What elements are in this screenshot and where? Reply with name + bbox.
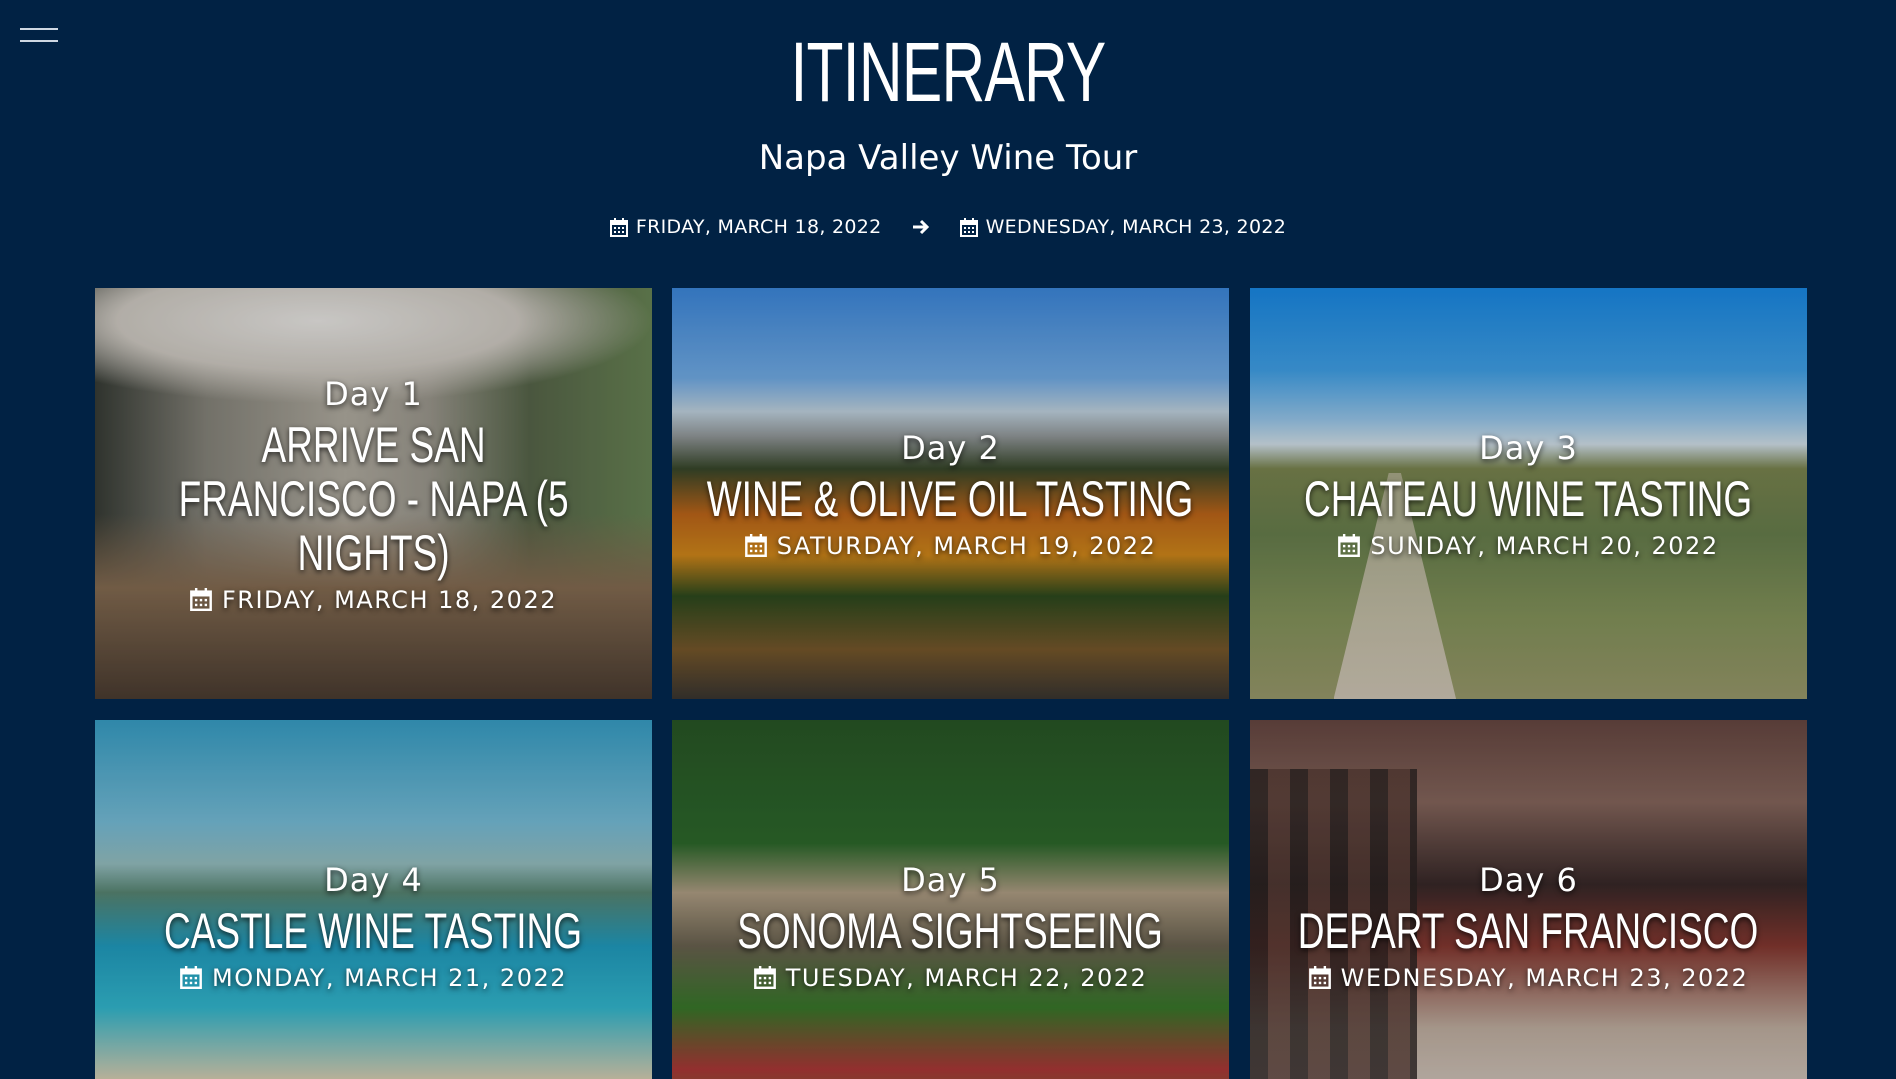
calendar-icon bbox=[180, 966, 202, 989]
calendar-icon bbox=[753, 966, 776, 989]
day-card-5[interactable]: Day 5 SONOMA SIGHTSEEING TUESDAY, MARCH … bbox=[672, 720, 1229, 1079]
day-card-1[interactable]: Day 1 ARRIVE SAN FRANCISCO - NAPA (5 NIG… bbox=[95, 288, 652, 699]
day-date: SUNDAY, MARCH 20, 2022 bbox=[1338, 532, 1718, 560]
day-label: Day 5 bbox=[901, 860, 1000, 899]
hamburger-menu-button[interactable] bbox=[20, 28, 58, 46]
calendar-icon bbox=[959, 217, 978, 237]
day-date: TUESDAY, MARCH 22, 2022 bbox=[753, 964, 1148, 992]
day-label: Day 2 bbox=[901, 428, 1000, 467]
day-date: SATURDAY, MARCH 19, 2022 bbox=[744, 532, 1157, 560]
day-title: CHATEAU WINE TASTING bbox=[1304, 470, 1753, 527]
day-title: CASTLE WINE TASTING bbox=[164, 902, 583, 959]
day-card-2[interactable]: Day 2 WINE & OLIVE OIL TASTING SATURDAY,… bbox=[672, 288, 1229, 699]
calendar-icon bbox=[744, 534, 767, 557]
day-title: SONOMA SIGHTSEEING bbox=[737, 902, 1164, 959]
day-date: FRIDAY, MARCH 18, 2022 bbox=[190, 586, 557, 614]
day-card-3[interactable]: Day 3 CHATEAU WINE TASTING SUNDAY, MARCH… bbox=[1250, 288, 1807, 699]
day-label: Day 3 bbox=[1479, 428, 1578, 467]
page-title: ITINERARY bbox=[790, 25, 1106, 119]
end-date: WEDNESDAY, MARCH 23, 2022 bbox=[959, 216, 1287, 238]
day-title: WINE & OLIVE OIL TASTING bbox=[707, 470, 1194, 527]
calendar-icon bbox=[190, 588, 212, 611]
start-date: FRIDAY, MARCH 18, 2022 bbox=[609, 216, 882, 238]
calendar-icon bbox=[609, 217, 628, 237]
itinerary-grid: Day 1 ARRIVE SAN FRANCISCO - NAPA (5 NIG… bbox=[95, 288, 1807, 1079]
day-title: DEPART SAN FRANCISCO bbox=[1298, 902, 1759, 959]
day-date: MONDAY, MARCH 21, 2022 bbox=[180, 964, 567, 992]
day-label: Day 1 bbox=[324, 374, 423, 413]
day-date: WEDNESDAY, MARCH 23, 2022 bbox=[1308, 964, 1749, 992]
calendar-icon bbox=[1308, 966, 1331, 989]
hamburger-menu-icon bbox=[20, 28, 58, 30]
tour-name: Napa Valley Wine Tour bbox=[758, 138, 1138, 178]
end-date-text: WEDNESDAY, MARCH 23, 2022 bbox=[985, 216, 1287, 238]
calendar-icon bbox=[1338, 534, 1361, 557]
day-label: Day 6 bbox=[1479, 860, 1578, 899]
day-card-6[interactable]: Day 6 DEPART SAN FRANCISCO WEDNESDAY, MA… bbox=[1250, 720, 1807, 1079]
arrow-right-icon bbox=[912, 219, 930, 235]
day-card-4[interactable]: Day 4 CASTLE WINE TASTING MONDAY, MARCH … bbox=[95, 720, 652, 1079]
tour-date-range: FRIDAY, MARCH 18, 2022 WEDNESDAY, MARCH … bbox=[0, 216, 1896, 238]
day-label: Day 4 bbox=[324, 860, 423, 899]
start-date-text: FRIDAY, MARCH 18, 2022 bbox=[635, 216, 882, 238]
day-title: ARRIVE SAN FRANCISCO - NAPA (5 NIGHTS) bbox=[178, 416, 569, 581]
